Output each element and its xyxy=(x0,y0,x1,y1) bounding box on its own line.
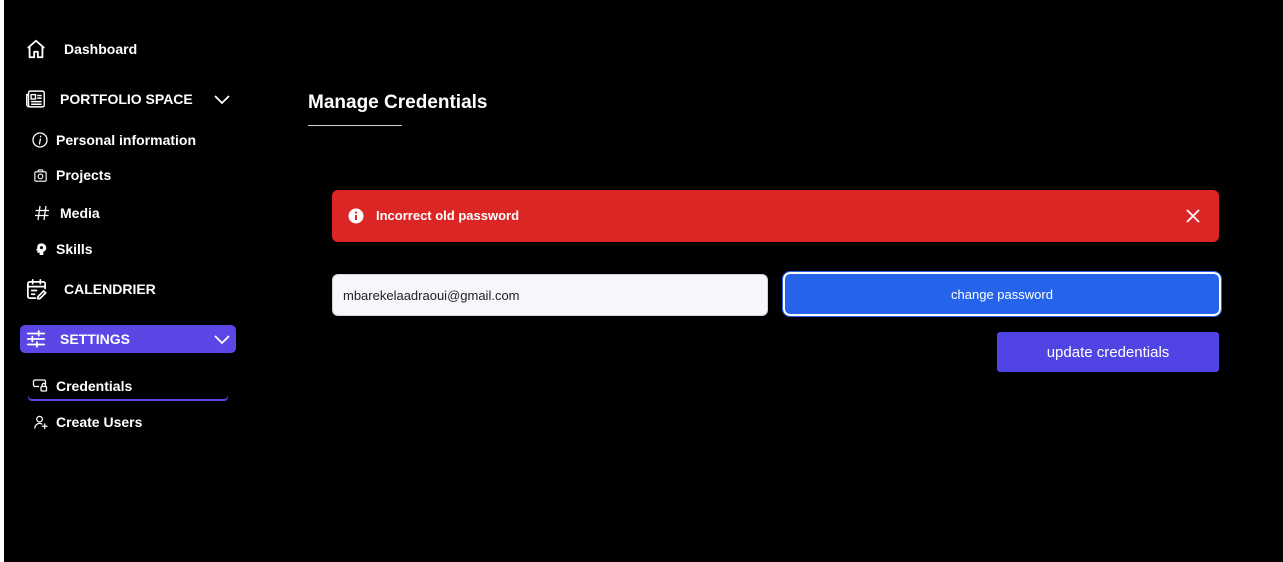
sliders-icon xyxy=(25,328,47,350)
sidebar-item-create-users[interactable]: Create Users xyxy=(32,414,142,430)
alert-message: Incorrect old password xyxy=(376,208,520,223)
sidebar-item-media[interactable]: Media xyxy=(32,203,100,223)
title-underline xyxy=(308,125,402,126)
sidebar-item-label: Dashboard xyxy=(64,41,138,57)
error-alert: Incorrect old password xyxy=(332,190,1219,242)
close-icon[interactable] xyxy=(1186,209,1200,223)
user-plus-icon xyxy=(32,414,48,430)
sidebar-subitem-label: Personal information xyxy=(56,132,197,148)
app-root: Dashboard PORTFOLIO SPACE Personal infor… xyxy=(4,0,1283,562)
sidebar-subitem-label: Media xyxy=(60,205,100,221)
sidebar-item-label: CALENDRIER xyxy=(64,281,156,297)
calendar-edit-icon xyxy=(24,277,48,301)
change-password-button[interactable]: change password xyxy=(782,271,1222,317)
update-credentials-button[interactable]: update credentials xyxy=(997,332,1219,372)
page-title: Manage Credentials xyxy=(308,92,488,113)
hashtag-icon xyxy=(32,203,52,223)
brain-icon xyxy=(34,241,48,257)
sidebar-item-portfolio-space[interactable]: PORTFOLIO SPACE xyxy=(24,88,193,110)
camera-icon xyxy=(32,167,48,183)
info-circle-icon xyxy=(32,132,48,148)
home-icon xyxy=(24,37,48,61)
sidebar-subitem-label: Create Users xyxy=(56,414,143,430)
email-field[interactable] xyxy=(332,274,768,316)
sidebar-item-label: SETTINGS xyxy=(60,331,131,347)
sidebar-item-settings[interactable]: SETTINGS xyxy=(20,325,236,353)
chevron-down-icon[interactable] xyxy=(212,90,232,108)
sidebar-subitem-label: Projects xyxy=(56,167,112,183)
info-circle-icon xyxy=(348,208,364,224)
sidebar-item-skills[interactable]: Skills xyxy=(34,241,93,257)
sidebar-item-credentials[interactable]: Credentials xyxy=(28,372,228,399)
sidebar-subitem-label: Credentials xyxy=(56,378,133,394)
sidebar-item-calendrier[interactable]: CALENDRIER xyxy=(24,277,156,301)
newspaper-icon xyxy=(24,88,46,110)
sidebar-item-dashboard[interactable]: Dashboard xyxy=(24,37,137,61)
sidebar-subitem-label: Skills xyxy=(56,241,93,257)
sidebar-item-projects[interactable]: Projects xyxy=(32,167,111,183)
chevron-down-icon[interactable] xyxy=(212,330,232,348)
sidebar-item-label: PORTFOLIO SPACE xyxy=(60,91,193,107)
key-icon xyxy=(32,378,48,392)
sidebar-item-personal-information[interactable]: Personal information xyxy=(32,132,196,148)
